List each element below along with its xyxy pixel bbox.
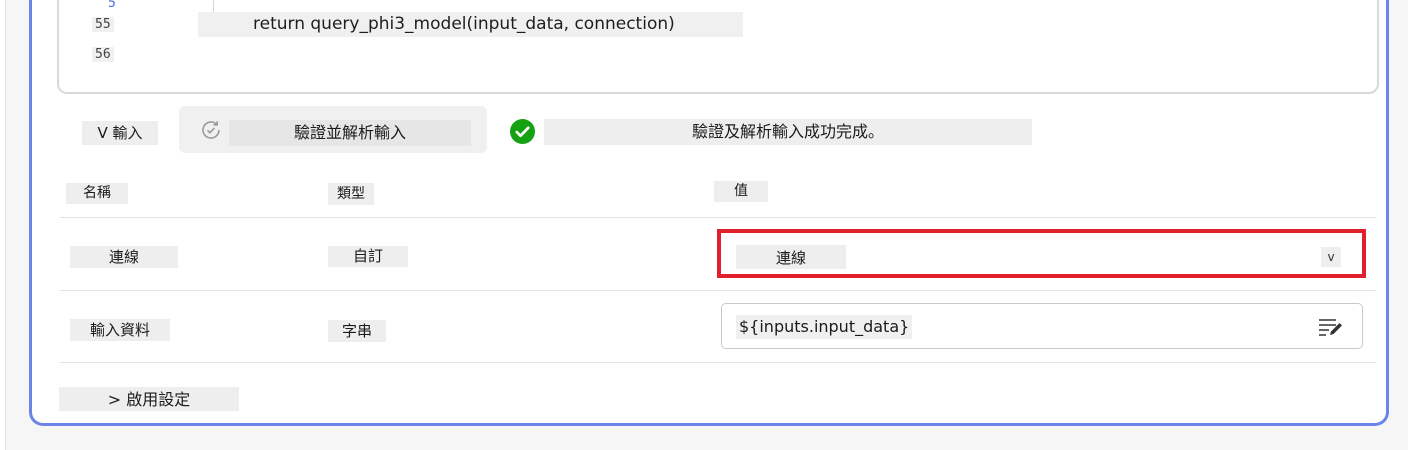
row-input-data-type: 字串 (328, 320, 386, 342)
row-connection-type: 自訂 (328, 246, 408, 267)
left-rail (0, 0, 6, 450)
connection-dropdown-value: 連線 (736, 245, 846, 269)
refresh-check-icon (202, 121, 220, 139)
chevron-down-icon: v (1321, 247, 1341, 267)
line-number-55: 55 (92, 17, 114, 32)
line-number-56: 56 (92, 47, 114, 62)
line-number-partial: 5 (108, 0, 116, 11)
table-divider (60, 217, 1376, 218)
inputs-toggle[interactable]: V 輸入 (82, 121, 158, 145)
code-line[interactable]: return query_phi3_model(input_data, conn… (198, 12, 743, 37)
header-type: 類型 (328, 183, 374, 205)
edit-text-icon[interactable] (1316, 315, 1344, 339)
row-input-data-name: 輸入資料 (70, 319, 170, 341)
success-check-icon (510, 119, 535, 144)
input-data-field[interactable]: ${inputs.input_data} (721, 303, 1363, 349)
row-connection-name: 連線 (70, 246, 178, 268)
input-data-value: ${inputs.input_data} (736, 315, 913, 339)
validate-button-label: 驗證並解析輸入 (229, 120, 471, 146)
validate-parse-button[interactable]: 驗證並解析輸入 (179, 106, 487, 153)
header-name: 名稱 (66, 183, 128, 204)
activation-config-toggle[interactable]: > 啟用設定 (59, 387, 239, 411)
connection-dropdown[interactable]: 連線 v (717, 229, 1366, 278)
header-value: 值 (714, 181, 768, 202)
table-divider (60, 362, 1376, 363)
table-divider (60, 290, 1376, 291)
success-message: 驗證及解析輸入成功完成。 (544, 119, 1032, 145)
